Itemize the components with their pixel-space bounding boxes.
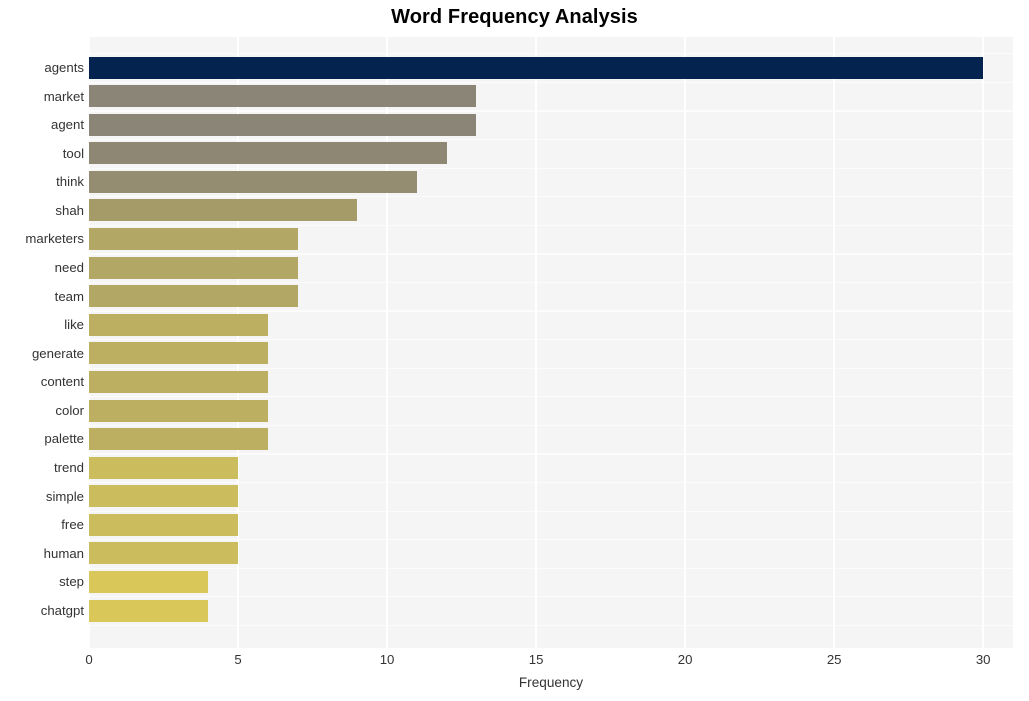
bar-row [89,256,1013,279]
bar[interactable] [89,428,268,451]
chart-figure: Word Frequency Analysis agents market agen… [0,0,1029,701]
horizontal-gridline [89,196,1013,198]
y-tick-label: marketers [25,231,84,247]
y-tick-label: generate [31,345,84,361]
x-tick-label: 15 [528,652,544,667]
bar[interactable] [89,85,477,108]
bar[interactable] [89,513,239,536]
bar[interactable] [89,456,239,479]
bar[interactable] [89,599,209,622]
y-tick-label: trend [53,460,84,476]
chart-title: Word Frequency Analysis [391,6,638,28]
x-axis-label: Frequency [518,675,584,690]
y-tick-label: content [40,374,84,390]
bar[interactable] [89,199,358,222]
horizontal-gridline [89,110,1013,112]
horizontal-gridline [89,539,1013,541]
bar-row [89,342,1013,365]
y-tick-label: agent [50,117,84,133]
bar-row [89,513,1013,536]
bar[interactable] [89,485,239,508]
x-tick-label: 20 [677,652,693,667]
horizontal-gridline [89,253,1013,255]
bar-row [89,142,1013,165]
bar[interactable] [89,313,268,336]
bar-row [89,199,1013,222]
horizontal-gridline [89,396,1013,398]
bar-row [89,113,1013,136]
bar-row [89,285,1013,308]
y-tick-label: step [59,574,84,590]
horizontal-gridline [89,510,1013,512]
horizontal-gridline [89,281,1013,284]
y-tick-label: shah [55,202,84,218]
y-tick-label: like [64,317,84,333]
bar-row [89,370,1013,393]
bar[interactable] [89,542,239,565]
bar-row [89,399,1013,422]
y-tick-label: market [43,88,84,104]
x-tick-label: 5 [234,652,242,667]
horizontal-gridline [89,567,1013,569]
bar[interactable] [89,285,298,308]
y-tick-label: agents [44,59,84,75]
y-tick-label: human [43,545,84,561]
horizontal-gridline [89,339,1013,341]
bar[interactable] [89,142,447,165]
bar-row [89,170,1013,193]
bar[interactable] [89,342,268,365]
horizontal-gridline [89,453,1013,455]
y-tick-label: need [54,260,84,276]
plot-area [89,37,1013,648]
horizontal-gridline [89,424,1013,426]
horizontal-gridline [89,481,1013,484]
horizontal-gridline [89,367,1013,369]
horizontal-gridline [89,224,1013,226]
bar-row [89,228,1013,251]
horizontal-gridline [89,310,1013,312]
y-tick-label: team [54,288,84,304]
bar-row [89,570,1013,593]
x-axis-tick-labels: 0 5 10 15 20 25 30 [85,648,1013,674]
horizontal-gridline [89,53,1013,55]
x-tick-label: 25 [826,652,842,667]
y-tick-label: tool [62,145,84,161]
horizontal-gridline [89,596,1013,598]
bar-row [89,542,1013,565]
bar-row [89,56,1013,79]
y-axis-tick-labels: agents market agent tool think shah marketers n… [0,37,84,648]
bar-row [89,313,1013,336]
y-tick-label: free [61,517,84,533]
bar-row [89,599,1013,622]
y-tick-label: think [56,174,84,190]
x-tick-label: 10 [379,652,395,667]
bar[interactable] [89,399,268,422]
bar-row [89,85,1013,108]
bar[interactable] [89,228,298,251]
bar-row [89,485,1013,508]
bar[interactable] [89,370,268,393]
horizontal-gridline [89,624,1013,627]
bar-row [89,456,1013,479]
bar[interactable] [89,570,209,593]
y-tick-label: color [55,402,84,418]
horizontal-gridline [89,167,1013,169]
bar[interactable] [89,170,417,193]
bar-row [89,428,1013,451]
y-tick-label: simple [45,488,84,504]
y-tick-label: palette [44,431,84,447]
horizontal-gridline [89,139,1013,141]
bar[interactable] [89,56,984,79]
x-tick-label: 30 [975,652,991,667]
horizontal-gridline [89,81,1013,84]
bar[interactable] [89,113,477,136]
x-tick-label: 0 [85,652,93,667]
y-tick-label: chatgpt [40,602,84,618]
bar[interactable] [89,256,298,279]
